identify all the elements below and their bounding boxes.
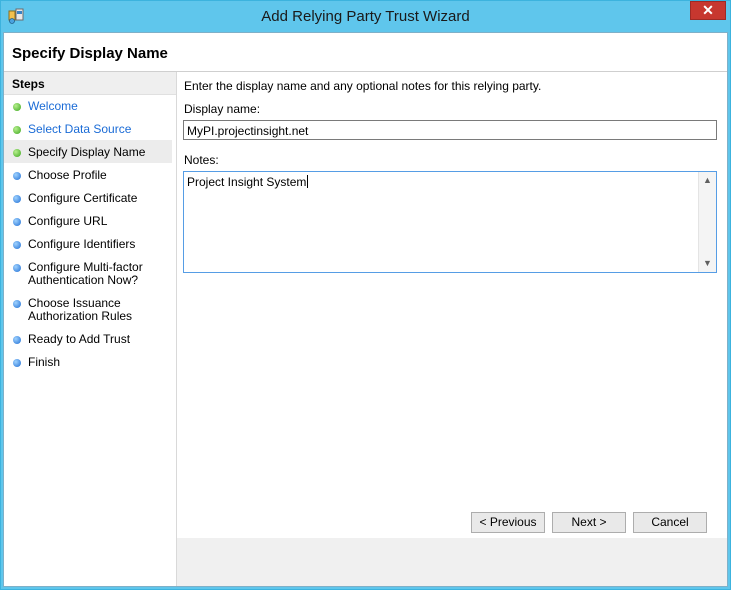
cancel-button[interactable]: Cancel (633, 512, 707, 533)
completed-step-bullet-icon (13, 126, 21, 134)
notes-value: Project Insight System (187, 175, 307, 189)
completed-step-bullet-icon (13, 149, 21, 157)
notes-scrollbar[interactable]: ▲ ▼ (698, 172, 716, 272)
step-label: Specify Display Name (28, 145, 146, 159)
scroll-up-arrow-icon[interactable]: ▲ (699, 172, 716, 189)
scroll-down-arrow-icon[interactable]: ▼ (699, 255, 716, 272)
wizard-window: Add Relying Party Trust Wizard ✕ Specify… (0, 0, 731, 590)
pending-step-bullet-icon (13, 172, 21, 180)
pending-step-bullet-icon (13, 264, 21, 272)
close-icon: ✕ (702, 2, 714, 18)
steps-pane: Steps Welcome Select Data Source Specify D… (4, 72, 177, 586)
step-item: Select Data Source (4, 117, 172, 140)
step-item: Ready to Add Trust (4, 327, 172, 350)
step-item: Configure Identifiers (4, 232, 172, 255)
close-button[interactable]: ✕ (690, 1, 726, 20)
completed-step-bullet-icon (13, 103, 21, 111)
steps-heading: Steps (4, 72, 176, 95)
step-label: Configure Identifiers (28, 237, 136, 251)
page-header: Specify Display Name (4, 33, 727, 72)
pending-step-bullet-icon (13, 195, 21, 203)
step-label: Welcome (28, 99, 78, 113)
step-item: Configure Multi-factor Authentication No… (4, 255, 172, 291)
pending-step-bullet-icon (13, 241, 21, 249)
display-name-input[interactable]: MyPI.projectinsight.net (183, 120, 717, 140)
step-label: Choose Issuance Authorization Rules (28, 296, 133, 323)
pending-step-bullet-icon (13, 218, 21, 226)
pending-step-bullet-icon (13, 300, 21, 308)
step-item: Configure URL (4, 209, 172, 232)
wizard-client-area: Specify Display Name Steps Welcome Select… (3, 32, 728, 587)
text-caret (307, 175, 309, 188)
step-label: Configure URL (28, 214, 108, 228)
notes-textarea[interactable]: Project Insight System ▲ ▼ (183, 171, 717, 273)
window-title: Add Relying Party Trust Wizard (261, 8, 470, 25)
steps-heading-label: Steps (12, 77, 45, 91)
pending-step-bullet-icon (13, 336, 21, 344)
notes-label: Notes: (184, 153, 219, 167)
step-label: Choose Profile (28, 168, 107, 182)
step-item: Configure Certificate (4, 186, 172, 209)
step-label: Configure Multi-factor Authentication No… (28, 260, 143, 287)
step-item: Specify Display Name (4, 140, 172, 163)
step-item: Choose Profile (4, 163, 172, 186)
previous-button[interactable]: < Previous (471, 512, 545, 533)
step-label: Select Data Source (28, 122, 132, 136)
step-item: Finish (4, 350, 172, 373)
step-item: Choose Issuance Authorization Rules (4, 291, 172, 327)
content-pane: Enter the display name and any optional … (177, 72, 727, 586)
next-button[interactable]: Next > (552, 512, 626, 533)
step-label: Configure Certificate (28, 191, 138, 205)
step-label: Ready to Add Trust (28, 332, 131, 346)
step-label: Finish (28, 355, 61, 369)
display-name-label: Display name: (184, 102, 261, 116)
step-item: Welcome (4, 94, 172, 117)
page-title: Specify Display Name (12, 45, 168, 62)
display-name-value: MyPI.projectinsight.net (187, 124, 309, 138)
button-area (177, 538, 727, 586)
title-bar[interactable]: Add Relying Party Trust Wizard ✕ (1, 1, 730, 32)
pending-step-bullet-icon (13, 359, 21, 367)
intro-text: Enter the display name and any optional … (184, 79, 542, 93)
